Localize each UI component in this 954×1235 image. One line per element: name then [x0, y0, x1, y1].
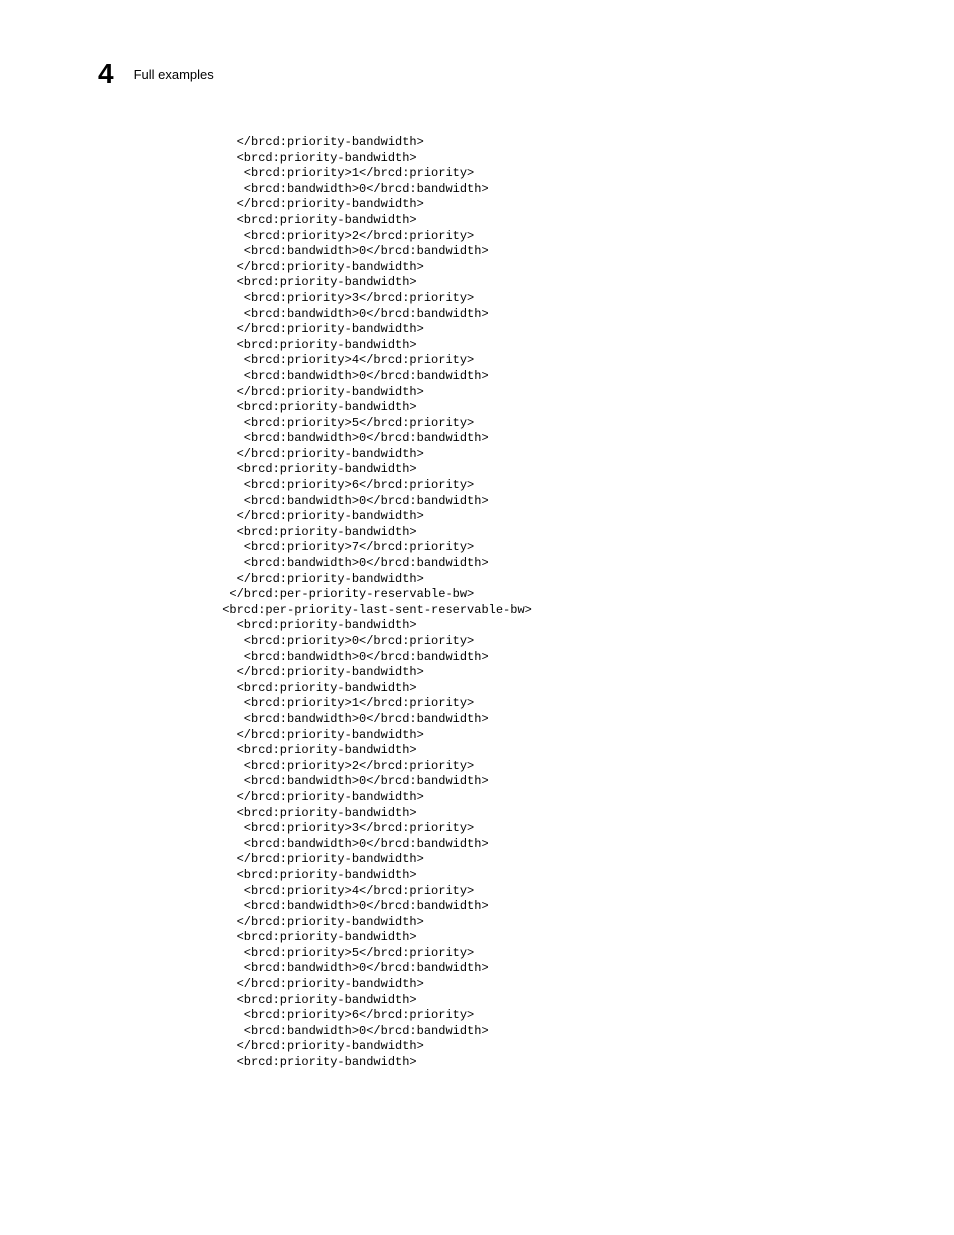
page-header: 4 Full examples	[98, 58, 214, 90]
section-title: Full examples	[134, 67, 214, 82]
chapter-number: 4	[98, 58, 114, 90]
code-block: </brcd:priority-bandwidth> <brcd:priorit…	[215, 135, 532, 1071]
